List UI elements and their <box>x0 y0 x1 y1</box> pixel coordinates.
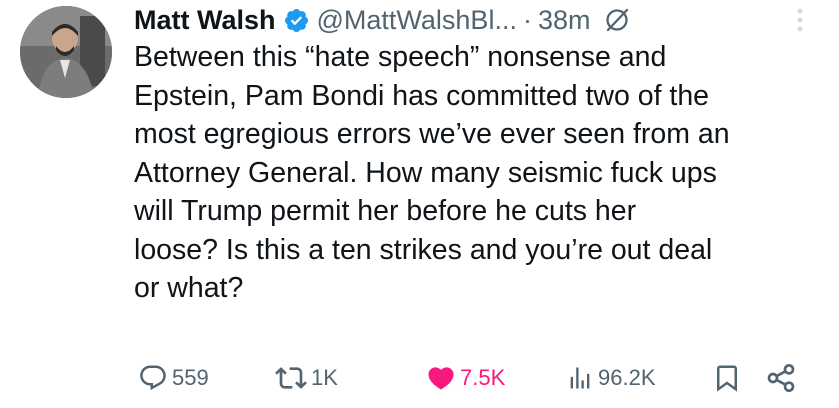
tweet[interactable]: Matt Walsh @MattWalshBl... · 38m Between… <box>0 0 839 408</box>
author-name[interactable]: Matt Walsh <box>134 5 276 36</box>
views-bar-chart-icon <box>570 367 590 389</box>
like-count: 7.5K <box>460 365 506 390</box>
avatar-image <box>20 6 112 98</box>
views-count: 96.2K <box>598 365 656 390</box>
views-button[interactable]: 96.2K <box>566 356 656 400</box>
bookmark-button[interactable] <box>712 356 742 400</box>
tweet-timestamp[interactable]: 38m <box>538 5 591 36</box>
share-button[interactable] <box>765 356 797 400</box>
tweet-text-line: most egregious errors we’ve ever seen fr… <box>134 118 730 150</box>
tweet-text-line: loose? Is this a ten strikes and you’re … <box>134 233 713 266</box>
bookmark-icon <box>717 365 737 392</box>
tweet-text-line: will Trump permit her before he cuts her <box>134 195 637 227</box>
tweet-text: Between this “hate speech” nonsense and … <box>134 38 824 308</box>
heart-filled-icon <box>428 367 454 390</box>
repost-count: 1K <box>311 365 338 390</box>
reply-bubble-icon <box>140 365 166 391</box>
verified-badge-icon <box>283 7 310 34</box>
author-handle[interactable]: @MattWalshBl... <box>317 5 517 36</box>
more-options-icon[interactable] <box>793 5 807 35</box>
tweet-text-line: Between this “hate speech” nonsense and <box>134 41 667 73</box>
tweet-header: Matt Walsh @MattWalshBl... · 38m <box>134 2 630 38</box>
grok-icon[interactable] <box>604 7 630 33</box>
repost-button[interactable]: 1K <box>275 356 338 400</box>
like-button[interactable]: 7.5K <box>426 356 505 400</box>
avatar[interactable] <box>20 6 112 98</box>
tweet-text-line: or what? <box>134 272 244 304</box>
share-icon <box>767 364 795 392</box>
reply-count: 559 <box>172 365 209 390</box>
tweet-text-line: Epstein, Pam Bondi has committed two of … <box>134 79 710 112</box>
repost-icon <box>275 367 307 389</box>
tweet-text-line: Attorney General. How many seismic fuck … <box>134 156 717 189</box>
reply-button[interactable]: 559 <box>138 356 209 400</box>
separator-dot: · <box>522 4 532 35</box>
action-bar: 559 1K 7.5K 96.2K <box>0 356 839 400</box>
